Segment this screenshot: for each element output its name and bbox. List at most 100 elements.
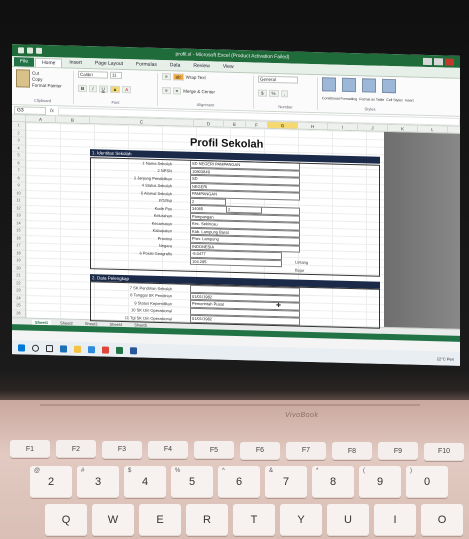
letter-key[interactable]: Q <box>45 504 87 536</box>
insert-cells-icon[interactable] <box>382 78 396 94</box>
sheet-tab[interactable]: Sheet1 <box>32 319 52 325</box>
number-key[interactable]: @2 <box>30 466 72 498</box>
conditional-formatting-button[interactable]: Conditional Formatting <box>322 96 357 101</box>
key-main-symbol: 6 <box>235 476 243 488</box>
function-key[interactable]: F8 <box>332 442 372 461</box>
windows-start-icon[interactable] <box>18 343 25 351</box>
letter-key[interactable]: E <box>139 504 181 536</box>
letter-key[interactable]: I <box>374 504 416 536</box>
function-key[interactable]: F10 <box>424 442 464 461</box>
name-box[interactable]: G3 <box>14 105 46 115</box>
font-color-icon[interactable]: A <box>122 86 132 94</box>
sheet-tab[interactable]: Sheet2 <box>57 320 76 325</box>
column-header-i[interactable]: I <box>328 123 358 131</box>
column-header-g[interactable]: G <box>268 121 298 129</box>
tab-data[interactable]: Data <box>164 61 187 71</box>
cut-button[interactable]: Cut <box>32 70 62 76</box>
copy-button[interactable]: Copy <box>32 76 62 82</box>
save-icon[interactable] <box>18 47 24 54</box>
underline-button[interactable]: U <box>98 85 108 93</box>
letter-key[interactable]: Y <box>280 504 322 536</box>
letter-key[interactable]: R <box>186 504 228 536</box>
number-format-select[interactable]: General <box>258 75 298 84</box>
letter-key[interactable]: W <box>92 504 134 536</box>
format-as-table-button[interactable]: Format as Table <box>359 97 384 102</box>
function-key[interactable]: F4 <box>148 440 188 459</box>
row-header[interactable]: 26 <box>12 309 25 318</box>
tab-formulas[interactable]: Formulas <box>130 60 163 70</box>
number-key[interactable]: * 8 <box>312 466 354 498</box>
tab-file[interactable]: File <box>14 57 35 67</box>
align-top-icon[interactable]: ≡ <box>162 73 171 81</box>
fill-color-icon[interactable]: ▲ <box>109 85 121 93</box>
comma-icon[interactable]: , <box>280 90 288 98</box>
merge-center-button[interactable]: Merge & Center <box>183 89 215 95</box>
store-icon[interactable] <box>88 345 95 353</box>
font-size-select[interactable]: 11 <box>110 71 122 80</box>
align-left-icon[interactable]: ≡ <box>162 87 171 95</box>
wrap-text-button[interactable]: Wrap Text <box>186 75 206 81</box>
word-taskbar-icon[interactable] <box>130 346 137 354</box>
letter-key[interactable]: T <box>233 504 275 536</box>
tab-page-layout[interactable]: Page Layout <box>89 59 129 69</box>
column-header-e[interactable]: E <box>224 120 246 128</box>
column-header-b[interactable]: B <box>56 116 90 124</box>
minimize-button[interactable] <box>423 57 432 65</box>
function-key[interactable]: F3 <box>102 440 142 459</box>
number-key[interactable]: % 5 <box>171 466 213 498</box>
edge-icon[interactable] <box>60 344 67 353</box>
italic-button[interactable]: I <box>89 85 97 93</box>
letter-key[interactable]: O <box>421 504 463 536</box>
cell-styles-icon[interactable] <box>362 78 376 93</box>
chrome-icon[interactable] <box>102 345 109 354</box>
close-button[interactable] <box>445 57 454 66</box>
tab-view[interactable]: View <box>217 62 240 72</box>
quick-access-toolbar[interactable] <box>18 47 42 54</box>
align-center-icon[interactable]: ≡ <box>172 87 182 95</box>
number-key[interactable]: & 7 <box>265 466 307 498</box>
letter-key[interactable]: U <box>327 504 369 536</box>
function-key[interactable]: F6 <box>240 441 280 460</box>
percent-icon[interactable]: % <box>268 89 279 98</box>
conditional-formatting-icon[interactable] <box>322 77 336 92</box>
cell-styles-button[interactable]: Cell Styles <box>386 98 403 102</box>
font-name-select[interactable]: Calibri <box>78 70 108 79</box>
number-key[interactable]: #3 <box>77 466 119 498</box>
tab-insert[interactable]: Insert <box>63 58 88 68</box>
maximize-button[interactable] <box>434 57 443 65</box>
excel-taskbar-icon[interactable] <box>116 346 123 354</box>
paste-icon[interactable] <box>16 69 30 88</box>
search-icon[interactable] <box>32 344 39 352</box>
column-header-d[interactable]: D <box>194 119 224 127</box>
insert-button[interactable]: Insert <box>405 98 414 102</box>
function-key[interactable]: F9 <box>378 442 418 461</box>
column-header-k[interactable]: K <box>388 124 418 132</box>
tab-review[interactable]: Review <box>187 62 215 72</box>
column-header-j[interactable]: J <box>358 124 388 131</box>
format-as-table-icon[interactable] <box>342 77 356 93</box>
column-header-l[interactable]: L <box>418 125 448 133</box>
tab-home[interactable]: Home <box>35 57 63 68</box>
format-painter-button[interactable]: Format Painter <box>32 82 62 88</box>
column-header-h[interactable]: H <box>298 122 328 130</box>
column-header-a[interactable]: A <box>26 115 56 123</box>
redo-icon[interactable] <box>36 47 42 54</box>
undo-icon[interactable] <box>27 47 33 54</box>
bold-button[interactable]: B <box>78 84 88 93</box>
function-key[interactable]: F7 <box>286 441 326 460</box>
column-header-f[interactable]: F <box>246 121 268 128</box>
fx-icon[interactable]: fx <box>50 108 54 114</box>
number-key[interactable]: ) 0 <box>406 466 448 498</box>
spreadsheet-grid[interactable]: 1 2 3 4 5 6 7 8 9 10 11 12 13 14 15 16 17 18 19 20 21 22 23 24 2… <box>12 122 460 329</box>
orientation-icon[interactable]: ab <box>172 73 184 81</box>
number-key[interactable]: $4 <box>124 466 166 498</box>
select-all-corner[interactable] <box>12 115 26 122</box>
number-key[interactable]: (9 <box>359 466 401 498</box>
number-key[interactable]: ^ 6 <box>218 466 260 498</box>
file-explorer-icon[interactable] <box>74 345 81 353</box>
function-key[interactable]: F2 <box>56 440 96 459</box>
currency-icon[interactable]: $ <box>258 89 267 97</box>
task-view-icon[interactable] <box>46 344 53 352</box>
function-key[interactable]: F1 <box>10 440 50 458</box>
function-key[interactable]: F5 <box>194 441 234 460</box>
